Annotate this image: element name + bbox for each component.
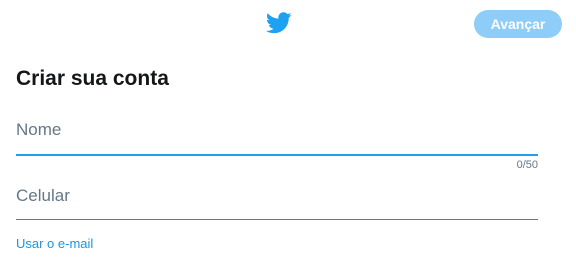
name-char-counter: 0/50 (516, 159, 538, 171)
phone-field (16, 180, 538, 220)
name-field-underline (16, 154, 538, 156)
phone-field-underline (16, 219, 538, 220)
name-field (16, 114, 538, 156)
page-title: Criar sua conta (16, 67, 169, 90)
name-input[interactable] (16, 114, 538, 148)
modal-header: Avançar (0, 0, 576, 48)
twitter-bird-icon (266, 12, 292, 34)
next-button[interactable]: Avançar (474, 10, 562, 38)
use-email-link[interactable]: Usar o e-mail (16, 236, 93, 251)
phone-input[interactable] (16, 180, 538, 214)
